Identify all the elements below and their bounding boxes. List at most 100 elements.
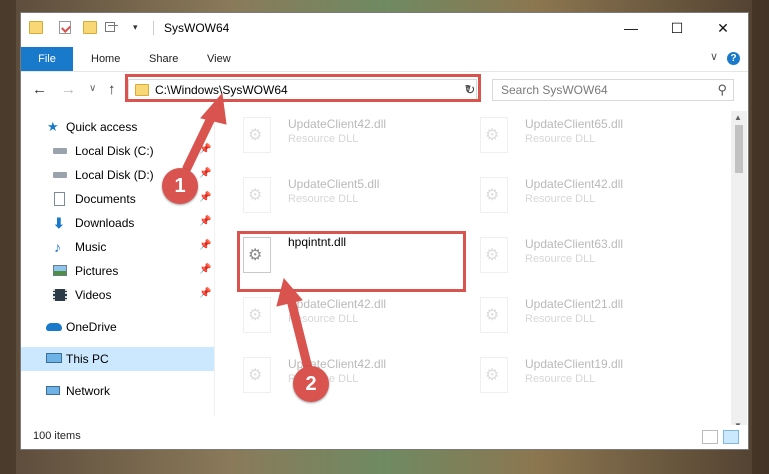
file-name: hpqintnt.dll	[288, 235, 347, 249]
gear-icon: ⚙	[485, 247, 500, 264]
star-icon: ★	[47, 119, 59, 134]
sidebar-item-label: Videos	[75, 288, 112, 302]
gear-icon: ⚙	[248, 127, 263, 144]
documents-icon	[54, 192, 65, 206]
step-1-badge: 1	[162, 168, 198, 204]
new-folder-icon[interactable]	[83, 21, 97, 34]
file-item[interactable]: ⚙ UpdateClient19.dll Resource DLL	[472, 351, 692, 406]
details-view-icon[interactable]	[702, 430, 718, 444]
pin-icon[interactable]: 📌	[199, 144, 211, 155]
sidebar-item-videos[interactable]: Videos 📌	[21, 283, 214, 307]
sidebar-item-onedrive[interactable]: OneDrive	[21, 315, 214, 339]
background-tree	[752, 0, 769, 474]
back-arrow-icon[interactable]: ←	[32, 81, 47, 98]
file-type: Resource DLL	[288, 313, 359, 325]
file-item[interactable]: ⚙ UpdateClient42.dll Resource DLL	[235, 351, 455, 406]
videos-icon	[53, 289, 67, 301]
title-bar: ▾ SysWOW64 — ☐ ✕	[21, 13, 748, 43]
file-item[interactable]: ⚙ UpdateClient5.dll Resource DLL	[235, 171, 455, 226]
file-name: UpdateClient65.dll	[525, 117, 624, 131]
dll-file-icon: ⚙	[243, 357, 271, 393]
sidebar-item-quick-access[interactable]: ★ Quick access	[21, 115, 214, 139]
sidebar-item-label: Network	[66, 384, 111, 398]
rename-icon[interactable]	[105, 21, 121, 34]
drive-icon	[53, 172, 67, 178]
sidebar-item-this-pc[interactable]: This PC	[21, 347, 214, 371]
sidebar-item-label: Local Disk (D:)	[75, 168, 154, 182]
pin-icon[interactable]: 📌	[199, 288, 211, 299]
tab-share[interactable]: Share	[149, 47, 178, 71]
tab-file[interactable]: File	[21, 47, 73, 71]
scroll-up-arrow-icon[interactable]: ▲	[734, 113, 742, 122]
close-button[interactable]: ✕	[700, 13, 746, 43]
file-name: UpdateClient42.dll	[525, 177, 624, 191]
file-item[interactable]: ⚙ UpdateClient21.dll Resource DLL	[472, 291, 692, 346]
file-item[interactable]: ⚙ UpdateClient42.dll Resource DLL	[235, 111, 455, 166]
address-path[interactable]: C:\Windows\SysWOW64	[155, 83, 288, 97]
address-bar[interactable]: C:\Windows\SysWOW64 ∨	[128, 79, 477, 101]
sidebar-item-label: Music	[75, 240, 107, 254]
help-icon[interactable]: ?	[727, 52, 740, 65]
pane-divider[interactable]	[214, 111, 215, 416]
file-name: UpdateClient63.dll	[525, 237, 624, 251]
dll-file-icon: ⚙	[243, 237, 271, 273]
gear-icon: ⚙	[248, 367, 263, 384]
file-type: Resource DLL	[288, 133, 359, 145]
dll-file-icon: ⚙	[480, 237, 508, 273]
file-item[interactable]: ⚙ UpdateClient42.dll Resource DLL	[472, 171, 692, 226]
file-type: Resource DLL	[288, 193, 359, 205]
customize-toolbar-chevron-icon[interactable]: ▾	[133, 21, 147, 34]
pin-icon[interactable]: 📌	[199, 264, 211, 275]
search-input[interactable]: Search SysWOW64	[501, 83, 608, 97]
scrollbar-thumb[interactable]	[735, 125, 743, 173]
sidebar-item-pictures[interactable]: Pictures 📌	[21, 259, 214, 283]
title-divider	[153, 21, 154, 35]
gear-icon: ⚙	[248, 307, 263, 324]
pin-icon[interactable]: 📌	[199, 216, 211, 227]
download-icon: ⬇	[53, 215, 65, 231]
maximize-button[interactable]: ☐	[654, 13, 700, 43]
dll-file-icon: ⚙	[480, 357, 508, 393]
sidebar-item-local-disk-c[interactable]: Local Disk (C:) 📌	[21, 139, 214, 163]
large-icons-view-icon[interactable]	[723, 430, 739, 444]
gear-icon: ⚙	[248, 247, 263, 264]
tab-view[interactable]: View	[207, 47, 231, 71]
dll-file-icon: ⚙	[243, 177, 271, 213]
gear-icon: ⚙	[485, 127, 500, 144]
minimize-button[interactable]: —	[608, 13, 654, 43]
step-2-badge: 2	[293, 366, 329, 402]
file-item[interactable]: ⚙ UpdateClient42.dll Resource DLL	[235, 291, 455, 346]
gear-icon: ⚙	[485, 307, 500, 324]
up-arrow-icon[interactable]: ↑	[108, 81, 116, 98]
file-item[interactable]: ⚙ UpdateClient63.dll Resource DLL	[472, 231, 692, 286]
properties-icon[interactable]	[59, 21, 71, 34]
search-box[interactable]: Search SysWOW64 ⚲	[492, 79, 734, 101]
sidebar-item-music[interactable]: ♪ Music 📌	[21, 235, 214, 259]
explorer-window: ▾ SysWOW64 — ☐ ✕ File Home Share View ∨ …	[20, 12, 749, 450]
pin-icon[interactable]: 📌	[199, 240, 211, 251]
file-item[interactable]: ⚙ UpdateClient65.dll Resource DLL	[472, 111, 692, 166]
pin-icon[interactable]: 📌	[199, 192, 211, 203]
navigation-bar: ← → ∨ ↑ C:\Windows\SysWOW64 ∨ ↻ Search S…	[21, 73, 748, 107]
tab-home[interactable]: Home	[91, 47, 120, 71]
expand-ribbon-chevron-icon[interactable]: ∨	[710, 50, 718, 63]
sidebar-item-label: Local Disk (C:)	[75, 144, 154, 158]
forward-arrow-icon[interactable]: →	[61, 81, 76, 98]
file-type: Resource DLL	[525, 193, 596, 205]
file-item-hpqintnt[interactable]: ⚙ hpqintnt.dll	[235, 231, 455, 286]
vertical-scrollbar[interactable]: ▲ ▼	[731, 111, 747, 432]
file-name: UpdateClient42.dll	[288, 117, 387, 131]
sidebar-item-network[interactable]: Network	[21, 379, 214, 403]
file-name: UpdateClient42.dll	[288, 297, 387, 311]
sidebar-item-label: Quick access	[66, 120, 138, 134]
refresh-icon[interactable]: ↻	[459, 79, 481, 101]
pin-icon[interactable]: 📌	[199, 168, 211, 179]
file-type: Resource DLL	[525, 313, 596, 325]
cloud-icon	[46, 323, 62, 331]
ribbon: File Home Share View ∨ ?	[21, 43, 748, 72]
gear-icon: ⚙	[485, 187, 500, 204]
recent-locations-chevron-icon[interactable]: ∨	[89, 83, 96, 94]
search-icon[interactable]: ⚲	[717, 82, 727, 98]
file-type: Resource DLL	[525, 133, 596, 145]
sidebar-item-downloads[interactable]: ⬇ Downloads 📌	[21, 211, 214, 235]
